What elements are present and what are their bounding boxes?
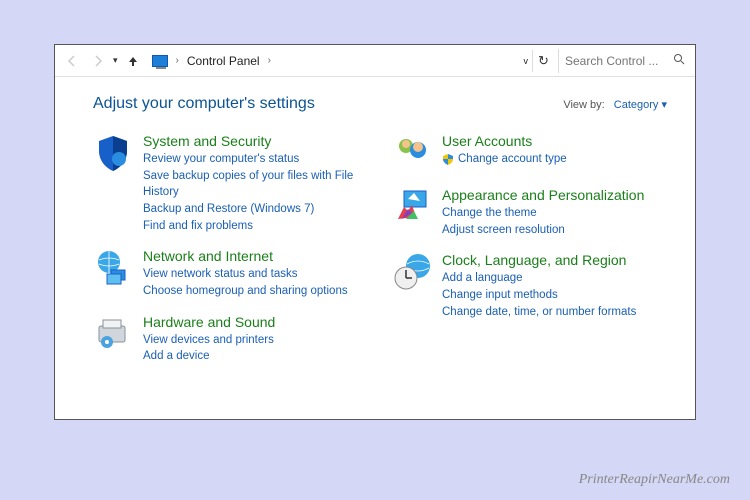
view-by-dropdown[interactable]: Category ▾	[614, 99, 667, 111]
address-dropdown-icon[interactable]: v	[524, 56, 529, 66]
category-title[interactable]: System and Security	[143, 133, 271, 149]
search-icon	[673, 53, 685, 68]
category-link[interactable]: Adjust screen resolution	[442, 222, 667, 239]
personalization-icon	[392, 187, 432, 227]
category-link[interactable]: Backup and Restore (Windows 7)	[143, 201, 368, 218]
category-system-security: System and Security Review your computer…	[93, 133, 368, 234]
navigation-bar: ▾ › Control Panel › v ↻	[55, 45, 695, 77]
category-link[interactable]: View devices and printers	[143, 332, 368, 349]
breadcrumb-text[interactable]: Control Panel	[187, 54, 260, 68]
category-link[interactable]: Save backup copies of your files with Fi…	[143, 168, 368, 201]
watermark: PrinterReapirNearMe.com	[579, 472, 730, 488]
category-title[interactable]: Network and Internet	[143, 248, 273, 264]
category-link[interactable]: Change account type	[442, 151, 667, 168]
globe-network-icon	[93, 248, 133, 288]
category-title[interactable]: Hardware and Sound	[143, 314, 275, 330]
users-icon	[392, 133, 432, 173]
category-link[interactable]: Choose homegroup and sharing options	[143, 283, 368, 300]
category-clock-language-region: Clock, Language, and Region Add a langua…	[392, 252, 667, 320]
page-title: Adjust your computer's settings	[93, 95, 315, 113]
refresh-button[interactable]: ↻	[532, 50, 554, 72]
category-title[interactable]: User Accounts	[442, 133, 532, 149]
printer-icon	[93, 314, 133, 354]
control-panel-window: ▾ › Control Panel › v ↻ Adjust your comp…	[54, 44, 696, 420]
category-link[interactable]: Find and fix problems	[143, 218, 368, 235]
right-column: User Accounts Change account type Appear…	[392, 133, 667, 379]
control-panel-icon	[152, 55, 168, 67]
search-wrap	[558, 49, 689, 73]
address-bar[interactable]: › Control Panel ›	[148, 54, 520, 68]
category-title[interactable]: Clock, Language, and Region	[442, 252, 626, 268]
category-link[interactable]: Add a device	[143, 348, 368, 365]
chevron-right-icon: ›	[266, 55, 273, 66]
category-network-internet: Network and Internet View network status…	[93, 248, 368, 299]
uac-shield-icon	[442, 153, 454, 165]
category-link[interactable]: Change date, time, or number formats	[442, 304, 667, 321]
category-hardware-sound: Hardware and Sound View devices and prin…	[93, 314, 368, 365]
category-user-accounts: User Accounts Change account type	[392, 133, 667, 173]
category-link[interactable]: Change the theme	[442, 205, 667, 222]
left-column: System and Security Review your computer…	[93, 133, 368, 379]
forward-button[interactable]	[87, 50, 109, 72]
category-link[interactable]: Review your computer's status	[143, 151, 368, 168]
category-link[interactable]: Change input methods	[442, 287, 667, 304]
chevron-right-icon: ›	[174, 55, 181, 66]
category-title[interactable]: Appearance and Personalization	[442, 187, 644, 203]
history-dropdown-icon[interactable]: ▾	[113, 55, 118, 66]
view-by-label: View by:	[563, 99, 604, 111]
category-appearance: Appearance and Personalization Change th…	[392, 187, 667, 238]
shield-icon	[93, 133, 133, 173]
category-link[interactable]: Add a language	[442, 270, 667, 287]
view-by: View by: Category ▾	[563, 98, 667, 111]
clock-globe-icon	[392, 252, 432, 292]
search-input[interactable]	[559, 49, 689, 73]
up-button[interactable]	[122, 50, 144, 72]
category-link[interactable]: View network status and tasks	[143, 266, 368, 283]
back-button[interactable]	[61, 50, 83, 72]
